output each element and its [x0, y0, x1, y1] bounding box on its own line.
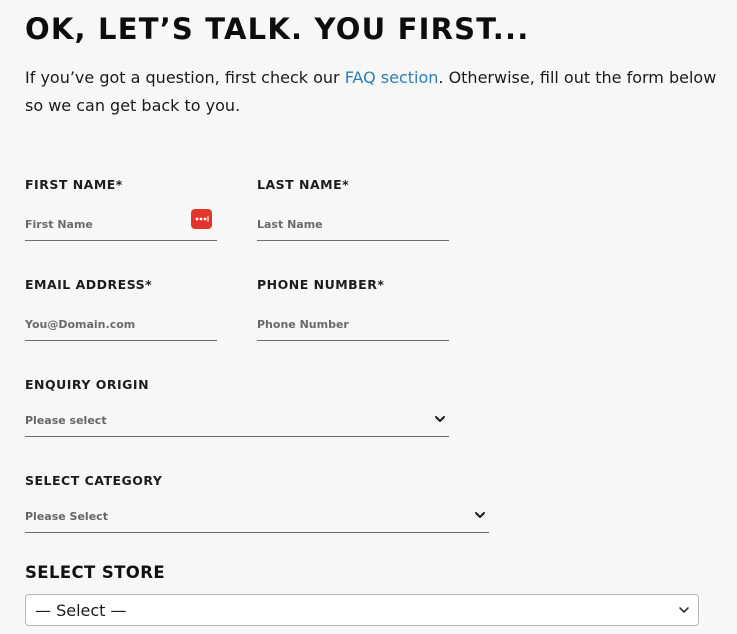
- store-select-value: — Select —: [35, 601, 127, 620]
- chevron-down-icon: [435, 416, 445, 422]
- category-label: SELECT CATEGORY: [25, 473, 163, 488]
- last-name-field: [257, 213, 449, 241]
- last-name-label: LAST NAME*: [257, 177, 350, 192]
- enquiry-origin-value: Please select: [25, 414, 107, 427]
- contact-page: OK, LET’S TALK. YOU FIRST... If you’ve g…: [0, 0, 737, 634]
- intro-text: If you’ve got a question, first check ou…: [25, 64, 737, 120]
- store-label: SELECT STORE: [25, 563, 165, 582]
- store-select[interactable]: — Select —: [25, 594, 699, 626]
- last-name-input[interactable]: [257, 216, 449, 234]
- faq-link[interactable]: FAQ section: [345, 68, 439, 87]
- password-manager-icon[interactable]: [191, 209, 212, 229]
- chevron-down-icon: [475, 512, 485, 518]
- category-value: Please Select: [25, 510, 108, 523]
- email-field: [25, 313, 217, 341]
- intro-before-link: If you’ve got a question, first check ou…: [25, 68, 345, 87]
- first-name-field: [25, 209, 217, 241]
- phone-input[interactable]: [257, 316, 449, 334]
- page-title: OK, LET’S TALK. YOU FIRST...: [25, 12, 532, 49]
- email-input[interactable]: [25, 316, 217, 334]
- enquiry-origin-label: ENQUIRY ORIGIN: [25, 377, 150, 392]
- chevron-down-icon: [679, 607, 689, 613]
- email-label: EMAIL ADDRESS*: [25, 277, 153, 292]
- phone-field: [257, 313, 449, 341]
- category-select[interactable]: Please Select: [25, 505, 489, 533]
- first-name-label: FIRST NAME*: [25, 177, 123, 192]
- heading-block: OK, LET’S TALK. YOU FIRST...: [25, 12, 532, 49]
- first-name-input[interactable]: [25, 216, 217, 234]
- page-title-text: OK, LET’S TALK. YOU FIRST...: [25, 12, 530, 46]
- phone-label: PHONE NUMBER*: [257, 277, 385, 292]
- enquiry-origin-select[interactable]: Please select: [25, 409, 449, 437]
